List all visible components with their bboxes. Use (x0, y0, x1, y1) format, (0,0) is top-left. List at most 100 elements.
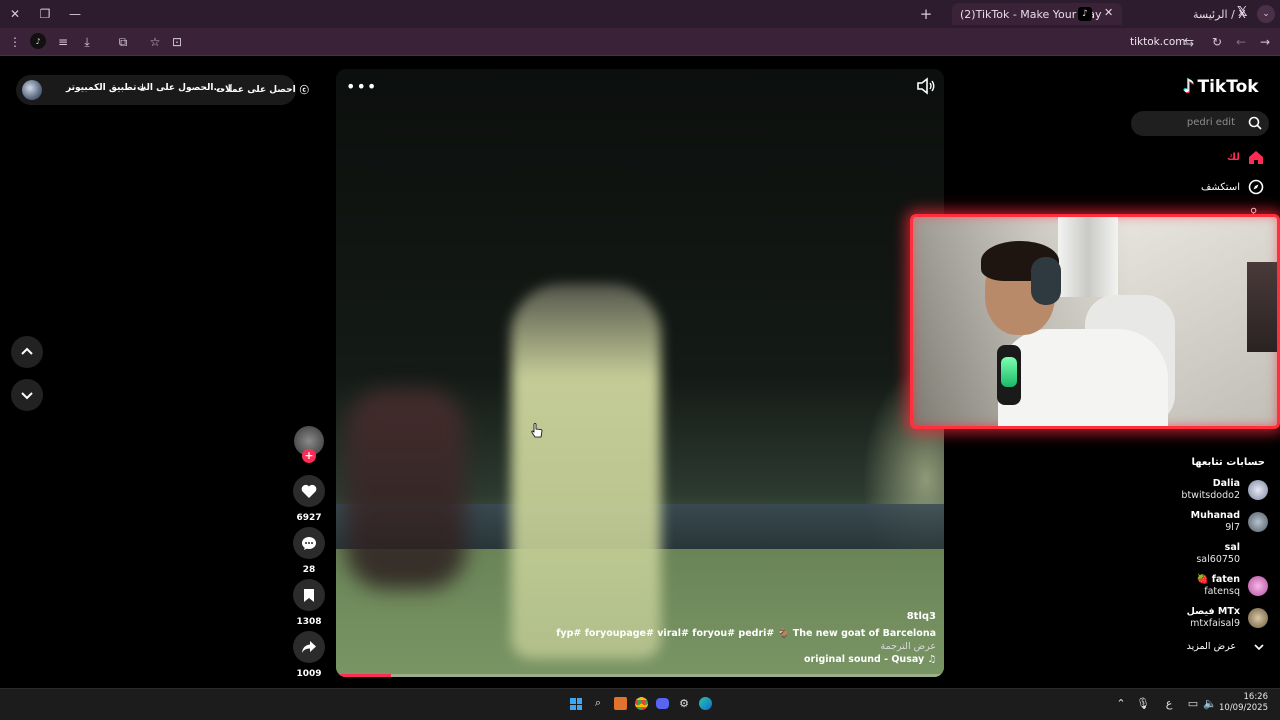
show-hidden-icons-icon[interactable]: ⌃ (1111, 693, 1131, 713)
install-app-icon[interactable]: ⊡ (168, 33, 186, 51)
webcam-overlay (910, 214, 1280, 429)
share-button[interactable] (293, 631, 325, 663)
tab-x-home[interactable]: الرئيسة / X 𝕏 (1185, 3, 1255, 25)
close-tab-icon[interactable]: ✕ (1104, 6, 1113, 19)
discord-icon[interactable] (652, 693, 672, 713)
more-options-icon[interactable]: ••• (346, 77, 377, 96)
minimize-window-icon[interactable]: — (66, 5, 84, 23)
video-author[interactable]: 8tlq3 (907, 611, 936, 622)
edge-icon[interactable] (695, 693, 715, 713)
see-more-button[interactable]: عرض المزيد (1187, 641, 1264, 652)
user-avatar[interactable] (22, 80, 42, 100)
video-caption: fyp# foryoupage# viral# foryou# pedri# 🐐… (556, 628, 936, 639)
like-count: 6927 (296, 513, 322, 523)
forward-icon[interactable]: → (1256, 33, 1274, 51)
share-action: 1009 (293, 631, 325, 679)
x-favicon-icon: 𝕏 (1237, 5, 1248, 20)
extensions-icon[interactable]: ⧉ (114, 33, 132, 51)
comment-button[interactable] (293, 527, 325, 559)
search-icon[interactable] (1248, 116, 1262, 130)
taskbar-app-orange-icon[interactable] (610, 693, 630, 713)
url-text[interactable]: tiktok.com (1130, 36, 1186, 48)
get-coins-button[interactable]: احصل على عملات ⓒ (216, 83, 309, 97)
coin-icon: ⓒ (299, 86, 309, 96)
volume-tray-icon[interactable]: 🔈 (1200, 693, 1220, 713)
account-display-name: Muhanad (1190, 510, 1240, 521)
keyboard-language[interactable]: ع (1159, 693, 1179, 713)
menu-dots-icon[interactable]: ⋮ (6, 33, 24, 51)
back-icon[interactable]: ← (1232, 33, 1250, 51)
bookmark-star-icon[interactable]: ☆ (146, 33, 164, 51)
video-progress-bar[interactable] (336, 674, 944, 677)
following-account[interactable]: فيصل MTx mtxfaisal9 (1187, 605, 1268, 631)
sidebar-item-label: استكشف (1201, 181, 1240, 193)
chevron-down-icon (21, 392, 33, 400)
get-coins-label: احصل على عملات (216, 84, 296, 95)
clock-date: 10/09/2025 (1219, 703, 1268, 713)
account-username: 9l7 (1225, 522, 1240, 533)
see-more-label: عرض المزيد (1186, 641, 1236, 652)
pc-app-button[interactable]: تطبيق الكمبيوتر ⤓ (66, 83, 144, 93)
taskbar-search-icon[interactable]: ⌕ (588, 693, 608, 713)
following-accounts-title: حسابات تتابعها (1191, 457, 1265, 468)
system-clock[interactable]: 16:26 10/09/2025 (1219, 692, 1268, 714)
address-bar: ⋮ ♪ ≡ ⤓ ⧉ ☆ ⊡ tiktok.com ⇆ ↻ ← → (0, 28, 1280, 56)
share-count: 1009 (296, 669, 322, 679)
tab-tiktok[interactable]: (2)TikTok - Make Your Day ♪ ✕ (952, 3, 1122, 25)
account-display-name: sal (1224, 542, 1240, 553)
reload-icon[interactable]: ↻ (1208, 33, 1226, 51)
clock-time: 16:26 (1243, 692, 1269, 702)
like-button[interactable] (293, 475, 325, 507)
settings-app-icon[interactable]: ⚙ (674, 693, 694, 713)
start-button[interactable] (570, 698, 582, 710)
microphone-tray-icon[interactable]: 🎙 (1133, 693, 1153, 713)
sidebar-item-for-you[interactable]: لك (1227, 150, 1264, 165)
site-settings-icon[interactable]: ⇆ (1180, 33, 1198, 51)
tiktok-note-icon: ♪ (1183, 76, 1195, 97)
profile-avatar-icon[interactable]: ♪ (30, 33, 46, 49)
sidebar-item-explore[interactable]: استكشف (1201, 179, 1264, 195)
compass-icon (1248, 179, 1264, 195)
video-player[interactable]: ••• 8tlq3 fyp# foryoupage# viral# foryou… (336, 69, 944, 677)
new-tab-icon[interactable]: + (917, 5, 935, 23)
heart-icon (301, 484, 317, 498)
get-app-label: الحصول على الت... (137, 83, 224, 93)
sound-link[interactable]: original sound - Qusay ♫ (804, 654, 936, 665)
following-account[interactable]: 🍓 faten fatensq (1197, 573, 1268, 599)
chevron-down-icon (1254, 643, 1264, 650)
hand-cursor-icon (531, 423, 543, 438)
account-avatar (1248, 512, 1268, 532)
see-translation-link[interactable]: عرض الترجمة (880, 641, 936, 652)
comment-action: 28 (293, 527, 325, 575)
video-progress-fill (336, 674, 391, 677)
sidebar-item-label: لك (1226, 152, 1240, 163)
download-icon[interactable]: ⤓ (78, 33, 96, 51)
following-account[interactable]: sal sal60750 (1196, 541, 1268, 567)
save-count: 1308 (296, 617, 322, 627)
home-icon (1249, 151, 1263, 164)
save-button[interactable] (293, 579, 325, 611)
reading-list-icon[interactable]: ≡ (54, 33, 72, 51)
author-avatar-group[interactable]: + (293, 426, 325, 463)
following-account[interactable]: Muhanad 9l7 (1191, 509, 1268, 535)
following-account[interactable]: Dalia btwitsdodo2 (1181, 477, 1268, 503)
windows-logo-icon (570, 698, 576, 704)
account-username: fatensq (1204, 586, 1240, 597)
comment-bubble-icon (302, 536, 316, 550)
account-avatar (1248, 544, 1268, 564)
chrome-icon[interactable] (631, 693, 651, 713)
previous-video-button[interactable] (11, 336, 43, 368)
tiktok-logo[interactable]: ♪ TikTok (1183, 76, 1259, 97)
next-video-button[interactable] (11, 379, 43, 411)
pc-app-label: تطبيق الكمبيوتر (66, 83, 137, 93)
tab-list-chevron-icon[interactable]: ⌄ (1257, 5, 1275, 23)
comment-count: 28 (302, 565, 316, 575)
search-input[interactable]: pedri edit (1131, 111, 1269, 136)
share-arrow-icon (302, 641, 316, 653)
tiktok-favicon-icon: ♪ (1078, 7, 1092, 21)
account-avatar (1248, 480, 1268, 500)
volume-icon[interactable] (916, 77, 936, 95)
restore-window-icon[interactable]: ❐ (36, 5, 54, 23)
follow-plus-icon[interactable]: + (302, 449, 316, 463)
close-window-icon[interactable]: ✕ (6, 5, 24, 23)
